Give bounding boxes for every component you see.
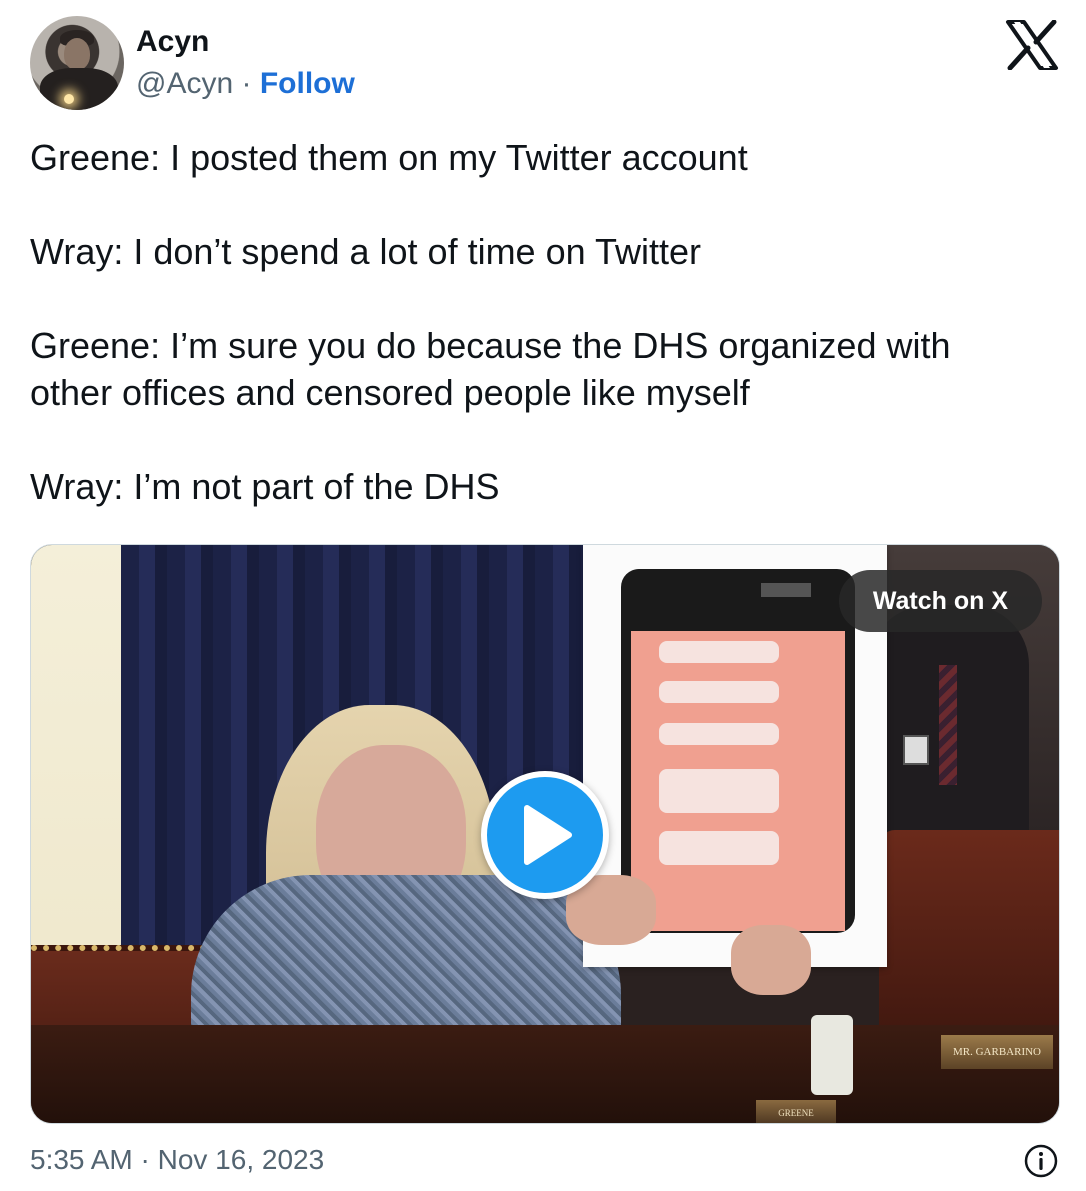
video-placard-left: GREENE xyxy=(756,1100,836,1123)
x-logo-icon[interactable] xyxy=(1004,20,1060,70)
avatar-face xyxy=(64,38,90,70)
video-hand-right xyxy=(731,925,811,995)
video-player[interactable]: MR. GARBARINO GREENE Watch on X xyxy=(30,544,1060,1124)
info-icon[interactable] xyxy=(1024,1144,1058,1178)
video-cup xyxy=(811,1015,853,1095)
chat-bubble xyxy=(659,641,779,663)
tweet-header: Acyn @Acyn · Follow xyxy=(30,16,1062,112)
chat-bubble xyxy=(659,681,779,703)
user-avatar[interactable] xyxy=(30,16,124,110)
phone-notch xyxy=(761,583,811,597)
tweet-timestamp[interactable]: 5:35 AM · Nov 16, 2023 xyxy=(30,1142,324,1178)
display-name[interactable]: Acyn xyxy=(136,22,355,62)
video-placard-right: MR. GARBARINO xyxy=(941,1035,1053,1069)
handle-separator: · xyxy=(241,67,252,100)
user-handle[interactable]: @Acyn xyxy=(136,67,233,100)
video-phone-screenshot xyxy=(621,569,855,933)
play-icon xyxy=(524,805,572,865)
video-tie xyxy=(939,665,957,785)
user-info: Acyn @Acyn · Follow xyxy=(136,22,355,104)
chat-bubble xyxy=(659,723,779,745)
phone-chat-screen xyxy=(631,631,845,931)
avatar-light xyxy=(64,94,74,104)
video-desk xyxy=(31,1025,1059,1123)
watch-on-x-button[interactable]: Watch on X xyxy=(838,570,1042,632)
play-button[interactable] xyxy=(481,771,609,899)
video-badge xyxy=(903,735,929,765)
avatar-body xyxy=(40,68,118,110)
tweet-text: Greene: I posted them on my Twitter acco… xyxy=(30,137,951,507)
chat-bubble xyxy=(659,769,779,813)
handle-line: @Acyn · Follow xyxy=(136,64,355,104)
chat-bubble xyxy=(659,831,779,865)
follow-button[interactable]: Follow xyxy=(260,67,355,100)
